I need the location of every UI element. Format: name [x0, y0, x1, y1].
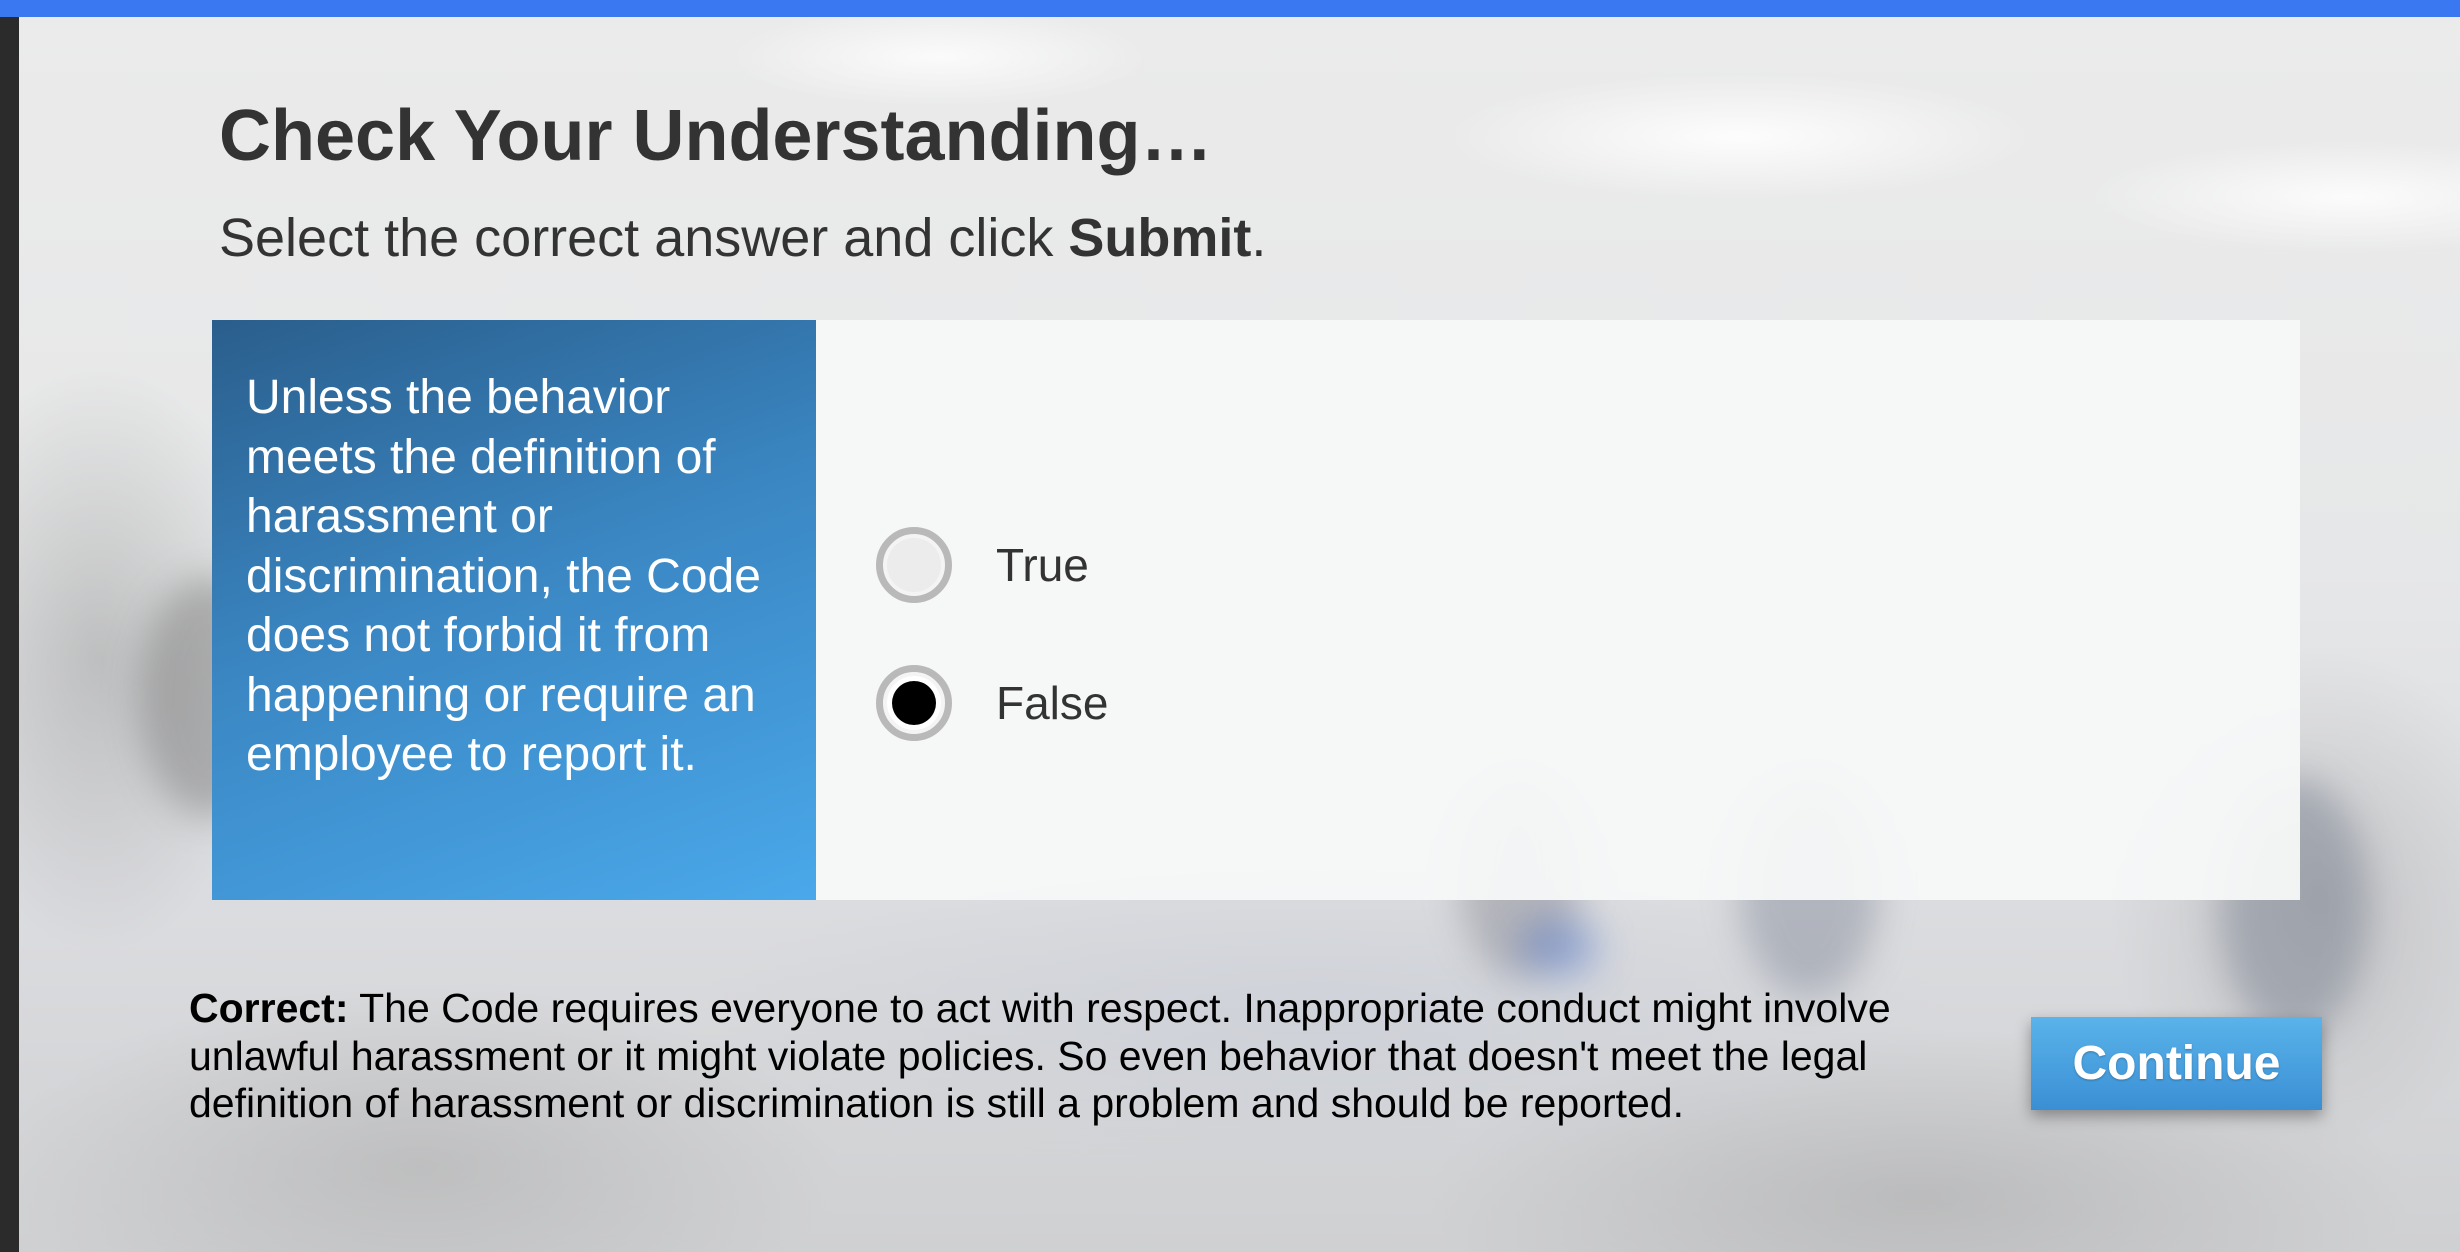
option-true-label: True	[996, 539, 1089, 591]
option-true[interactable]: True	[876, 520, 1089, 610]
top-bar	[0, 0, 2460, 17]
feedback-label: Correct:	[189, 985, 349, 1031]
left-edge-strip	[0, 17, 19, 1252]
instruction-suffix: .	[1251, 208, 1267, 268]
page-title: Check Your Understanding…	[219, 96, 1213, 176]
instruction-text: Select the correct answer and click Subm…	[219, 207, 1266, 269]
feedback-text: The Code requires everyone to act with r…	[189, 985, 1891, 1126]
answer-panel: True False	[816, 320, 2300, 900]
instruction-prefix: Select the correct answer and click	[219, 208, 1069, 268]
quiz-slide: Check Your Understanding… Select the cor…	[19, 17, 2460, 1252]
radio-false[interactable]	[876, 665, 952, 741]
radio-true[interactable]	[876, 527, 952, 603]
option-false[interactable]: False	[876, 658, 1108, 748]
background-figure	[1519, 917, 1599, 977]
question-panel: Unless the behavior meets the definition…	[212, 320, 816, 900]
question-text: Unless the behavior meets the definition…	[246, 371, 761, 781]
continue-button[interactable]: Continue	[2031, 1017, 2322, 1110]
instruction-submit-keyword: Submit	[1068, 208, 1252, 268]
feedback-message: Correct: The Code requires everyone to a…	[189, 985, 1949, 1128]
option-false-label: False	[996, 677, 1109, 729]
